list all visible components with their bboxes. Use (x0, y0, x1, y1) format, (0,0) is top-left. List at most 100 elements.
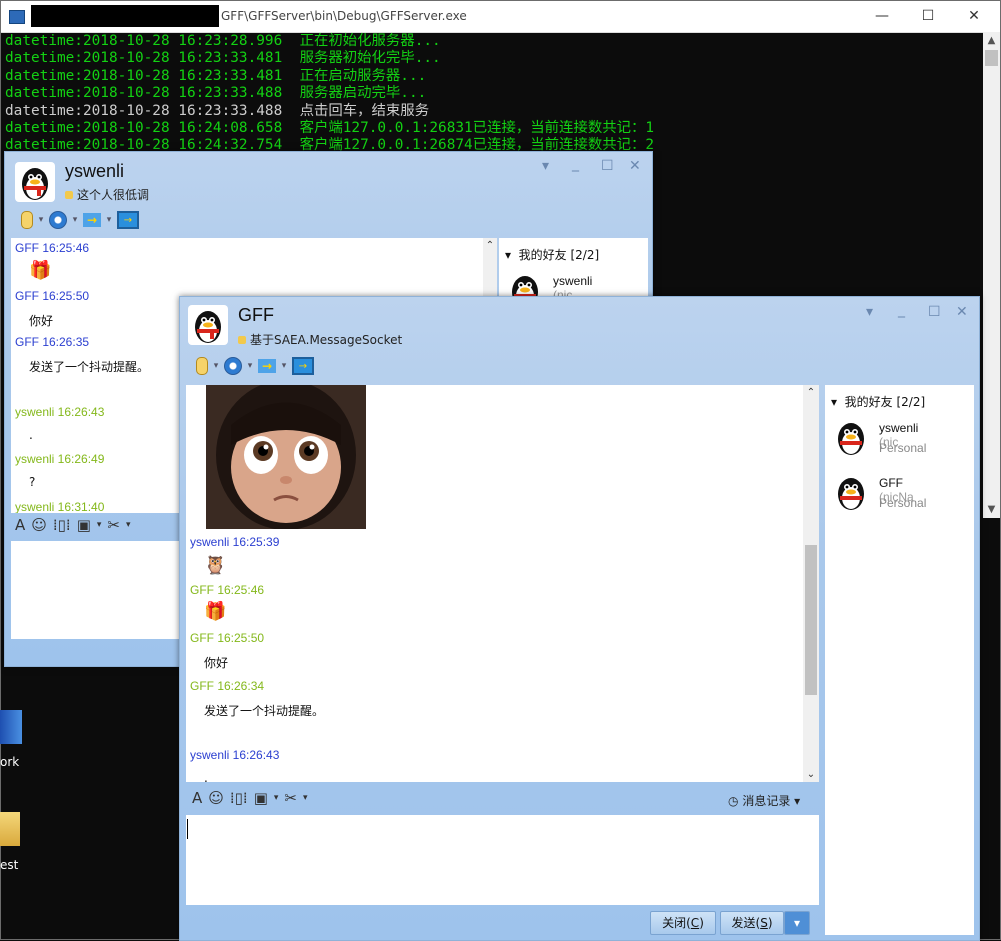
console-line: datetime:2018-10-28 16:23:28.996 正在初始化服务… (5, 33, 441, 49)
close-icon[interactable]: ✕ (951, 1, 997, 32)
font-icon[interactable]: A (15, 516, 25, 534)
message-body: . (29, 428, 33, 442)
scroll-up-icon[interactable]: ▲ (983, 32, 1000, 49)
scissors-icon[interactable]: ✂ (284, 789, 297, 807)
image-icon[interactable]: ▣ (77, 516, 91, 534)
chevron-up-icon[interactable]: ⌃ (803, 387, 819, 398)
console-titlebar[interactable]: GFF\GFFServer\bin\Debug\GFFServer.exe — … (1, 1, 1000, 33)
friend-signature: Personal (879, 496, 927, 510)
shake-icon[interactable]: ⁞▯⁞ (53, 516, 71, 534)
avatar[interactable] (188, 305, 228, 345)
chevron-down-icon[interactable]: ▾ (212, 357, 220, 375)
minimize-icon[interactable]: — (859, 1, 905, 32)
screen-share-icon[interactable]: → (292, 357, 314, 375)
message-header: GFF 16:26:35 (15, 335, 90, 349)
text-caret (187, 819, 188, 839)
chevron-down-icon[interactable]: ▾ (97, 520, 102, 530)
console-line: datetime:2018-10-28 16:23:33.481 正在启动服务器… (5, 67, 427, 84)
avatar[interactable] (15, 162, 55, 202)
message-input[interactable] (11, 541, 186, 639)
message-scrollbar[interactable]: ⌃ ⌄ (803, 385, 819, 782)
friends-group-header[interactable]: ▾ 我的好友 [2/2] (831, 393, 925, 410)
font-icon[interactable]: A (192, 789, 202, 807)
friends-group-label: 我的好友 [2/2] (518, 248, 600, 262)
input-toolbar: A ☺ ⁞▯⁞ ▣ ▾ ✂ ▾ (192, 789, 308, 807)
chevron-down-icon[interactable]: ▾ (105, 211, 113, 229)
desktop-app-icon[interactable] (0, 710, 22, 744)
send-button[interactable]: 发送(S) (720, 911, 784, 935)
menu-dropdown-icon[interactable]: ▾ (866, 304, 873, 320)
emoji-icon[interactable]: ☺ (208, 789, 224, 807)
signature-text: 这个人很低调 (77, 188, 150, 202)
video-camera-icon[interactable] (224, 357, 242, 375)
console-scroll-thumb[interactable] (985, 50, 998, 66)
clock-icon: ◷ (728, 794, 739, 808)
minimize-icon[interactable]: _ (572, 156, 579, 172)
send-button-end: ) (767, 916, 773, 930)
emoji-icon[interactable]: ☺ (31, 516, 47, 534)
scissors-icon[interactable]: ✂ (107, 516, 120, 534)
scroll-down-icon[interactable]: ▼ (983, 501, 1000, 518)
contact-name: yswenli (65, 161, 125, 181)
message-body: ? (29, 475, 36, 489)
penguin-icon (22, 168, 48, 200)
friends-panel: ▾ 我的好友 [2/2] yswenli (nic Personal GFF (… (825, 385, 974, 935)
friend-name-text: yswenli (879, 421, 919, 435)
status-dot-icon (65, 191, 73, 199)
file-transfer-icon[interactable]: → (83, 213, 101, 227)
message-header: yswenli 16:31:40 (15, 500, 105, 513)
message-body: 你好 (29, 314, 54, 328)
console-output: datetime:2018-10-28 16:23:28.996 正在初始化服务… (5, 33, 654, 155)
history-label: 消息记录 (742, 794, 791, 808)
video-camera-icon[interactable] (49, 211, 67, 229)
close-button-end: ) (699, 916, 704, 930)
close-icon[interactable]: ✕ (629, 158, 641, 174)
penguin-icon (838, 423, 864, 455)
send-button-label: 发送( (731, 916, 761, 930)
message-header: GFF 16:25:46 (190, 583, 265, 597)
message-header: GFF 16:25:46 (15, 241, 90, 255)
desktop-icon-label: est (0, 858, 19, 872)
message-header: yswenli 16:26:43 (15, 405, 105, 419)
console-scrollbar[interactable]: ▲ ▼ (983, 32, 1000, 518)
folder-icon[interactable] (0, 812, 20, 846)
signature-text: 基于SAEA.MessageSocket (250, 333, 403, 347)
friends-group-label: 我的好友 [2/2] (844, 395, 926, 409)
sticker-image (206, 385, 366, 529)
chevron-up-icon[interactable]: ⌃ (483, 240, 497, 251)
maximize-icon[interactable]: ☐ (905, 1, 951, 32)
file-transfer-icon[interactable]: → (258, 359, 276, 373)
send-options-dropdown[interactable]: ▾ (784, 911, 810, 935)
chevron-down-icon[interactable]: ▾ (37, 211, 45, 229)
microphone-icon[interactable] (196, 357, 208, 375)
message-list[interactable]: yswenli 16:25:39 🦉 GFF 16:25:46 🎁 GFF 16… (186, 385, 803, 782)
chevron-down-icon[interactable]: ▾ (280, 357, 288, 375)
maximize-icon[interactable]: ☐ (928, 304, 941, 320)
message-history-button[interactable]: ◷ 消息记录 ▾ (728, 792, 800, 809)
close-icon[interactable]: ✕ (956, 304, 968, 320)
friend-name-text: yswenli (553, 274, 593, 288)
friends-group-header[interactable]: ▾ 我的好友 [2/2] (505, 246, 599, 263)
friend-name-text: GFF (879, 476, 903, 490)
redacted-path (31, 5, 219, 27)
maximize-icon[interactable]: ☐ (601, 158, 614, 174)
menu-dropdown-icon[interactable]: ▾ (542, 158, 549, 174)
screen-share-icon[interactable]: → (117, 211, 139, 229)
minimize-icon[interactable]: _ (898, 302, 905, 318)
chevron-down-icon[interactable]: ▾ (71, 211, 79, 229)
message-input[interactable] (186, 815, 819, 905)
chevron-down-icon[interactable]: ▾ (274, 793, 279, 803)
penguin-icon (838, 478, 864, 510)
message-scroll-thumb[interactable] (805, 545, 817, 695)
chevron-down-icon[interactable]: ▾ (126, 520, 131, 530)
chevron-down-icon[interactable]: ▾ (303, 793, 308, 803)
image-icon[interactable]: ▣ (254, 789, 268, 807)
gift-emoji-icon: 🎁 (29, 260, 52, 281)
microphone-icon[interactable] (21, 211, 33, 229)
chevron-down-icon[interactable]: ▾ (246, 357, 254, 375)
shake-icon[interactable]: ⁞▯⁞ (230, 789, 248, 807)
close-button[interactable]: 关闭(C) (650, 911, 716, 935)
chevron-down-icon[interactable]: ⌄ (803, 769, 819, 780)
chat-window-gff: GFF 基于SAEA.MessageSocket ▾ _ ☐ ✕ ▾ ▾ → ▾… (179, 296, 980, 941)
message-body: 你好 (204, 656, 229, 670)
